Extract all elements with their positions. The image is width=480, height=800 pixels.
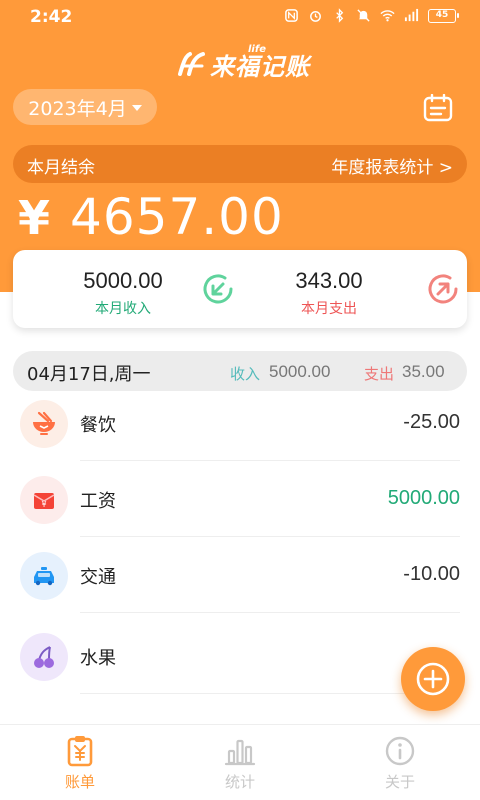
food-bowl-icon [33,411,55,435]
signal-icon [404,8,419,22]
bill-icon [67,736,93,767]
expense-arrow-icon [428,274,458,304]
balance-value: 4657.00 [70,188,284,246]
svg-text:¥: ¥ [41,500,46,509]
info-icon [385,736,415,766]
income-value: 5000.00 [83,268,163,293]
taxi-icon [34,567,54,586]
status-time: 2:42 [30,7,73,27]
transaction-row[interactable]: ¥ 工资 5000.00 [0,476,480,552]
calendar-icon[interactable] [423,94,453,122]
day-income-label: 收入 [230,365,261,383]
tab-bill[interactable]: 账单 [40,735,120,792]
divider [80,536,460,537]
month-balance-bar: 本月结余 年度报表统计 > [13,145,467,183]
month-selector[interactable]: 2023年4月 [13,89,157,125]
nfc-icon [285,9,298,22]
bar-chart-icon [224,739,256,766]
day-expense-value: 35.00 [402,362,445,381]
income-summary: 5000.00 本月收入 [58,268,188,318]
cherry-icon [34,646,54,668]
category-icon [20,552,68,600]
income-label: 本月收入 [95,301,151,317]
logo-mark-icon [178,52,205,76]
wifi-icon [380,10,395,22]
expense-label: 本月支出 [301,301,357,317]
category-icon [20,633,68,681]
status-bar: 2:42 45 [0,0,480,34]
add-record-button[interactable] [401,647,465,711]
day-expense-label: 支出 [364,365,395,383]
divider [80,460,460,461]
category-icon: ¥ [20,476,68,524]
day-income-value: 5000.00 [269,362,331,381]
day-date: 04月17日,周一 [27,364,151,385]
bottom-nav: 账单 统计 关于 [0,724,480,800]
app-logo: 来福记账 life [176,44,310,81]
month-label: 2023年4月 [28,97,127,120]
transaction-name: 餐饮 [80,415,116,436]
tab-bill-label: 账单 [64,773,95,791]
transaction-amount: -10.00 [403,563,460,585]
income-arrow-icon [203,274,233,304]
tab-about-label: 关于 [384,773,415,791]
salary-envelope-icon: ¥ [33,493,55,509]
summary-card: 5000.00 本月收入 343.00 本月支出 [13,250,467,328]
plus-circle-icon [416,662,450,696]
transaction-name: 水果 [80,648,116,669]
bluetooth-icon [336,8,344,23]
balance-amount: ¥ 4657.00 [18,188,284,246]
day-group-header: 04月17日,周一 收入 5000.00 支出 35.00 [13,351,467,391]
annual-report-link[interactable]: 年度报表统计 > [331,153,453,178]
tab-stats-label: 统计 [224,773,255,791]
battery-icon: 45 [428,8,459,23]
currency-symbol: ¥ [18,191,51,245]
transaction-amount: -25.00 [403,411,460,433]
transaction-name: 工资 [80,491,116,512]
expense-summary: 343.00 本月支出 [264,268,394,318]
divider [80,693,460,694]
divider [80,612,460,613]
category-icon [20,400,68,448]
transaction-row[interactable]: 交通 -10.00 [0,552,480,628]
transaction-name: 交通 [80,567,116,588]
expense-value: 343.00 [295,268,363,293]
mute-bell-icon [357,9,370,22]
transaction-row[interactable]: 餐饮 -25.00 [0,400,480,476]
logo-life-text: life [248,44,266,55]
balance-label: 本月结余 [27,158,95,178]
alarm-icon [310,11,321,22]
transaction-amount: 5000.00 [387,487,460,509]
tab-about[interactable]: 关于 [360,735,440,792]
status-icons: 45 [284,8,459,23]
tab-stats[interactable]: 统计 [200,735,280,792]
caret-down-icon [131,105,142,111]
